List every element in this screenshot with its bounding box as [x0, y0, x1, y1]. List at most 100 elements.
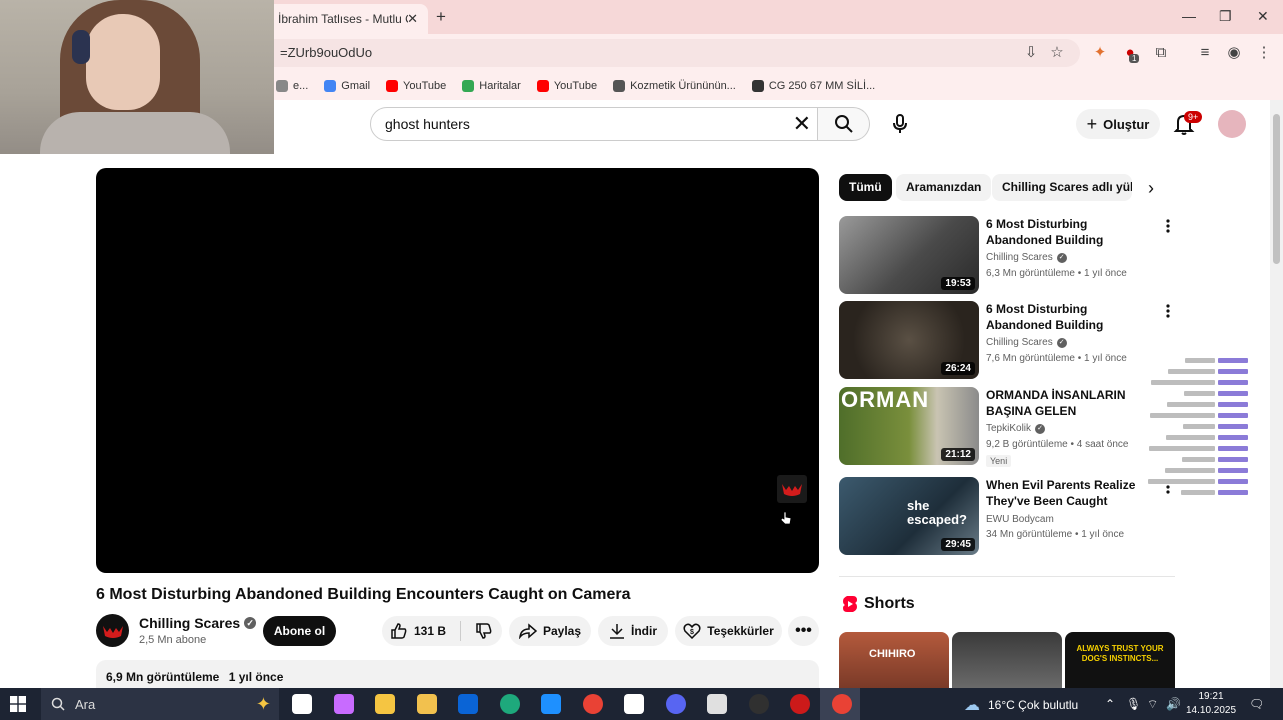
volume-icon[interactable]: 🔊	[1166, 697, 1181, 711]
bookmark-label: Kozmetik Ürününün...	[630, 80, 736, 92]
rec-title[interactable]: 6 Most Disturbing Abandoned Building Enc…	[986, 301, 1156, 333]
more-vertical-icon[interactable]	[1163, 218, 1173, 234]
network-icon[interactable]: ⌔	[1147, 697, 1158, 712]
extensions-puzzle-icon[interactable]: ⧉	[1152, 44, 1170, 62]
metamask-extension-icon[interactable]: ✦	[1091, 44, 1109, 62]
tab-title: İbrahim Tatlıses - Mutlu Ol	[278, 12, 408, 26]
short-thumbnail[interactable]: CHIHIRO	[839, 632, 949, 688]
download-icon	[610, 624, 624, 639]
recommendation-item[interactable]: 19:53 6 Most Disturbing Abandoned Buildi…	[839, 216, 1179, 294]
video-player[interactable]	[96, 168, 819, 573]
store-icon[interactable]	[375, 694, 395, 714]
short-text: CHIHIRO	[869, 648, 916, 660]
microphone-tray-icon[interactable]: 🎙	[1126, 697, 1141, 711]
bookmark-item[interactable]: Haritalar	[462, 80, 521, 92]
bookmark-item[interactable]: CG 250 67 MM SİLİ...	[751, 80, 875, 92]
media-control-icon[interactable]: ≡	[1196, 44, 1214, 62]
scrollbar-thumb[interactable]	[1273, 114, 1280, 264]
weather-text: 16°C Çok bulutlu	[988, 698, 1079, 712]
more-vertical-icon[interactable]	[1163, 303, 1173, 319]
chat-line	[1122, 424, 1248, 433]
discord-icon[interactable]	[666, 694, 686, 714]
bookmark-item[interactable]: YouTube	[536, 80, 597, 92]
rec-channel[interactable]: Chilling Scares ✓	[986, 252, 1067, 263]
video-thumbnail[interactable]: 19:53	[839, 216, 979, 294]
rec-channel[interactable]: Chilling Scares ✓	[986, 337, 1067, 348]
clapper-icon[interactable]	[707, 694, 727, 714]
opera-icon[interactable]	[790, 694, 810, 714]
chat-line	[1122, 358, 1248, 367]
ie-icon[interactable]	[541, 694, 561, 714]
notification-center-icon[interactable]: 🗨	[1249, 697, 1264, 711]
create-button[interactable]: + Oluştur	[1076, 109, 1160, 139]
short-thumbnail[interactable]: ALWAYS TRUST YOUR DOG'S INSTINCTS...	[1065, 632, 1175, 688]
chevron-right-icon[interactable]: ›	[1148, 178, 1154, 199]
obs-icon[interactable]	[749, 694, 769, 714]
thumbnail-text: she escaped?	[907, 498, 967, 527]
maximize-icon[interactable]: ❐	[1219, 8, 1232, 25]
address-bar[interactable]: =ZUrb9ouOdUo	[250, 39, 1080, 67]
video-thumbnail[interactable]: she escaped? 29:45	[839, 477, 979, 555]
channel-watermark-icon[interactable]	[777, 475, 807, 503]
chip-related-search[interactable]: Aramanızdan	[896, 174, 992, 201]
rec-channel[interactable]: TepkiKolik ✓	[986, 423, 1046, 434]
taskbar-search-placeholder: Ara	[75, 696, 96, 712]
weather-widget[interactable]: ☁ 16°C Çok bulutlu	[964, 695, 1078, 715]
shorts-icon	[843, 596, 857, 612]
view-count: 6,9 Mn görüntüleme	[106, 670, 220, 684]
install-app-icon[interactable]: ⇩	[1022, 44, 1040, 62]
taskbar-search[interactable]: Ara ✦	[41, 688, 279, 720]
clear-search-icon[interactable]: ✕	[793, 108, 811, 140]
search-input[interactable]: ghost hunters ✕	[370, 107, 818, 141]
channel-avatar[interactable]	[96, 614, 129, 647]
bookmark-item[interactable]: e...	[276, 80, 308, 92]
short-thumbnail[interactable]	[952, 632, 1062, 688]
copilot-icon[interactable]	[334, 694, 354, 714]
share-button[interactable]: Paylaş	[509, 616, 591, 646]
minimize-icon[interactable]: —	[1182, 8, 1196, 24]
page-scrollbar[interactable]	[1270, 100, 1283, 688]
search-button[interactable]	[818, 107, 870, 141]
video-thumbnail[interactable]: ORMAN 21:12	[839, 387, 979, 465]
channel-name[interactable]: Chilling Scares ✓	[139, 615, 257, 631]
rec-channel[interactable]: EWU Bodycam	[986, 514, 1054, 525]
file-explorer-icon[interactable]	[417, 694, 437, 714]
duration-badge: 26:24	[941, 362, 975, 375]
outlook-icon[interactable]	[458, 694, 478, 714]
like-button[interactable]: 131 B	[390, 622, 446, 640]
like-divider	[460, 621, 462, 641]
system-clock[interactable]: 19:21 14.10.2025	[1186, 690, 1236, 718]
menu-kebab-icon[interactable]: ⋮	[1255, 44, 1273, 62]
bookmark-star-icon[interactable]: ☆	[1048, 44, 1066, 62]
video-thumbnail[interactable]: 26:24	[839, 301, 979, 379]
profile-icon[interactable]: ◉	[1225, 44, 1243, 62]
task-view-icon[interactable]	[292, 694, 312, 714]
subscribe-button[interactable]: Abone ol	[263, 616, 336, 646]
thumbs-down-icon[interactable]	[475, 622, 493, 640]
new-tab-button[interactable]: +	[436, 7, 446, 27]
more-actions-button[interactable]: •••	[788, 616, 819, 646]
chip-channel-uploads[interactable]: Chilling Scares adlı yükle	[992, 174, 1132, 201]
close-window-icon[interactable]: ✕	[1257, 8, 1269, 25]
account-avatar[interactable]	[1218, 110, 1246, 138]
rec-meta: 7,6 Mn görüntüleme • 1 yıl önce	[986, 353, 1127, 364]
youtube-icon	[536, 80, 549, 92]
bookmark-item[interactable]: YouTube	[386, 80, 446, 92]
share-icon	[518, 623, 537, 639]
bookmark-item[interactable]: Kozmetik Ürününün...	[613, 80, 736, 92]
bookmark-item[interactable]: Gmail	[324, 80, 370, 92]
download-button[interactable]: İndir	[598, 616, 668, 646]
close-tab-icon[interactable]: ✕	[407, 11, 418, 27]
browser-tab[interactable]: İbrahim Tatlıses - Mutlu Ol ✕	[262, 4, 428, 34]
rec-title[interactable]: 6 Most Disturbing Abandoned Building Enc…	[986, 216, 1156, 248]
thanks-button[interactable]: $ Teşekkürler	[675, 616, 782, 646]
chrome-icon[interactable]	[583, 694, 603, 714]
tray-chevron-icon[interactable]: ⌃	[1105, 697, 1115, 711]
share-label: Paylaş	[542, 624, 582, 638]
edge-icon[interactable]	[500, 694, 520, 714]
notepad-icon[interactable]	[624, 694, 644, 714]
chrome-active-icon[interactable]	[832, 694, 852, 714]
windows-start-icon[interactable]	[10, 696, 26, 712]
chip-all[interactable]: Tümü	[839, 174, 892, 201]
voice-search-button[interactable]	[882, 107, 918, 141]
